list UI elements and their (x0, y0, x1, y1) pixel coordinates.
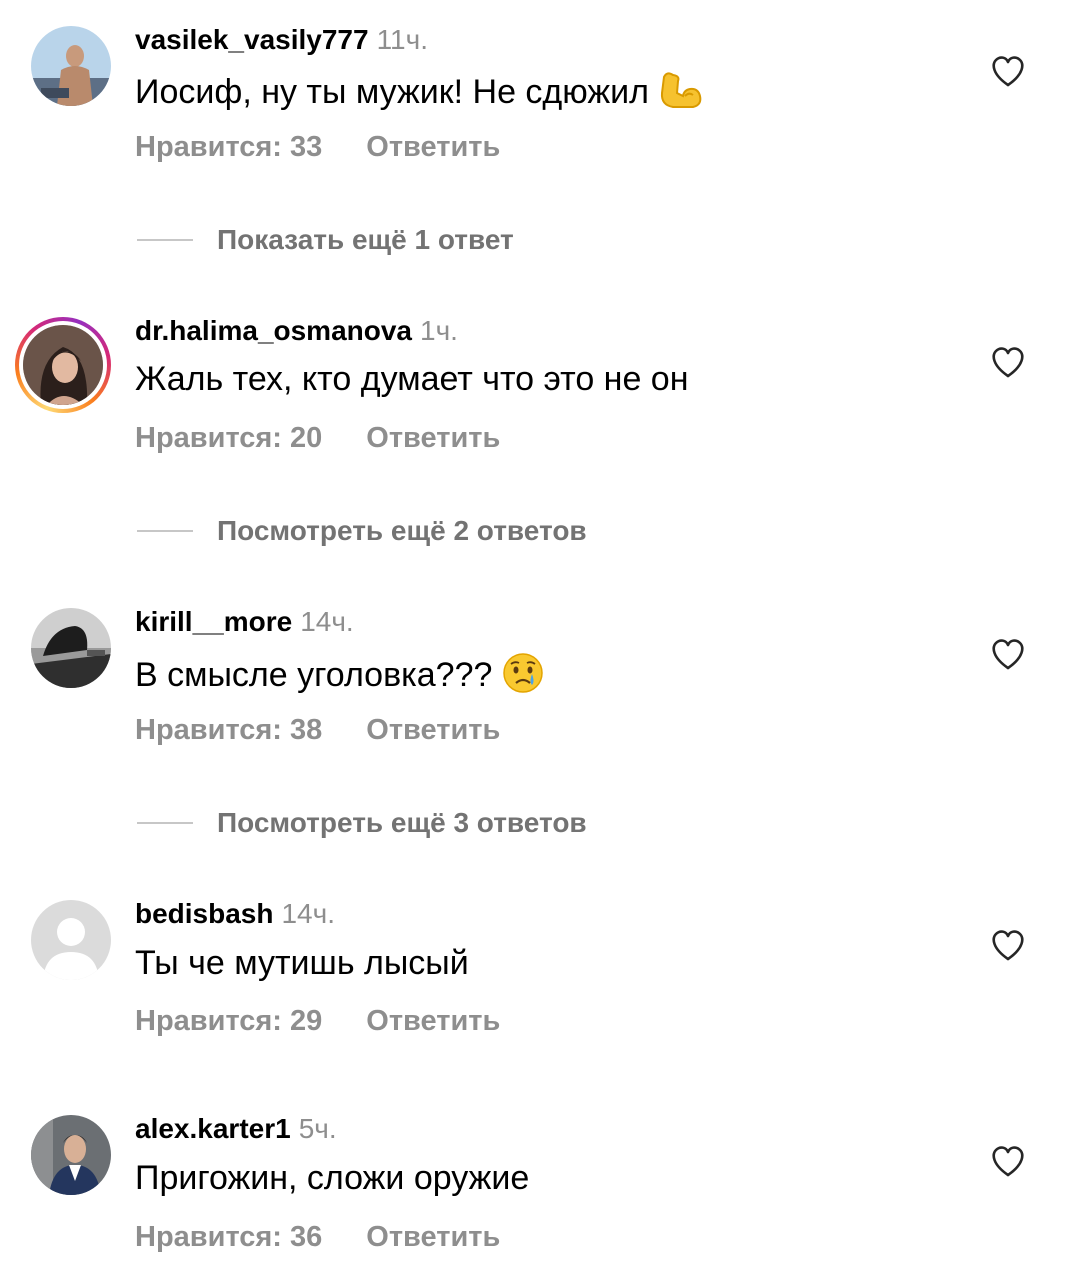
comment-actions: Нравится: 33 Ответить (135, 131, 500, 164)
thread-line (137, 530, 193, 532)
reply-button[interactable]: Ответить (366, 1221, 500, 1253)
username[interactable]: alex.karter1 (135, 1113, 291, 1144)
crying-face-icon (502, 652, 544, 703)
comment-text: Иосиф, ну ты мужик! Не сдюжил (135, 73, 649, 111)
reply-button[interactable]: Ответить (366, 1005, 500, 1037)
timestamp: 14ч. (281, 898, 335, 929)
view-replies-button[interactable]: Показать ещё 1 ответ (137, 224, 514, 256)
like-count[interactable]: Нравится: 33 (135, 131, 322, 163)
avatar[interactable] (31, 1115, 111, 1195)
username[interactable]: dr.halima_osmanova (135, 315, 412, 346)
heart-icon[interactable] (990, 637, 1026, 671)
heart-icon[interactable] (990, 928, 1026, 962)
reply-button[interactable]: Ответить (366, 714, 500, 746)
username[interactable]: bedisbash (135, 898, 273, 929)
comment-text: Ты че мутишь лысый (135, 944, 469, 982)
timestamp: 14ч. (300, 606, 354, 637)
comment-text: В смысле уголовка??? (135, 656, 493, 694)
comment-text: Жаль тех, кто думает что это не он (135, 360, 689, 398)
comment-actions: Нравится: 38 Ответить (135, 714, 500, 747)
comment-actions: Нравится: 29 Ответить (135, 1005, 500, 1038)
like-count[interactable]: Нравится: 38 (135, 714, 322, 746)
comment-actions: Нравится: 20 Ответить (135, 422, 500, 455)
comment-text-row: Иосиф, ну ты мужик! Не сдюжил (135, 69, 703, 120)
like-count[interactable]: Нравится: 29 (135, 1005, 322, 1037)
comment-actions: Нравится: 36 Ответить (135, 1221, 500, 1254)
heart-icon[interactable] (990, 54, 1026, 88)
username[interactable]: vasilek_vasily777 (135, 24, 369, 55)
timestamp: 1ч. (420, 315, 458, 346)
like-count[interactable]: Нравится: 20 (135, 422, 322, 454)
avatar[interactable] (31, 608, 111, 688)
view-replies-button[interactable]: Посмотреть ещё 2 ответов (137, 515, 587, 547)
avatar-with-story-ring[interactable] (15, 317, 111, 413)
like-count[interactable]: Нравится: 36 (135, 1221, 322, 1253)
default-avatar-icon[interactable] (31, 900, 111, 980)
comment-text-row: В смысле уголовка??? (135, 652, 544, 703)
username[interactable]: kirill__more (135, 606, 292, 637)
heart-icon[interactable] (990, 345, 1026, 379)
reply-button[interactable]: Ответить (366, 422, 500, 454)
timestamp: 11ч. (376, 24, 428, 55)
flexed-biceps-icon (659, 69, 703, 120)
reply-button[interactable]: Ответить (366, 131, 500, 163)
avatar[interactable] (31, 26, 111, 106)
thread-line (137, 822, 193, 824)
timestamp: 5ч. (298, 1113, 337, 1144)
thread-line (137, 239, 193, 241)
comment-text: Пригожин, сложи оружие (135, 1159, 530, 1197)
heart-icon[interactable] (990, 1144, 1026, 1178)
view-replies-button[interactable]: Посмотреть ещё 3 ответов (137, 807, 587, 839)
